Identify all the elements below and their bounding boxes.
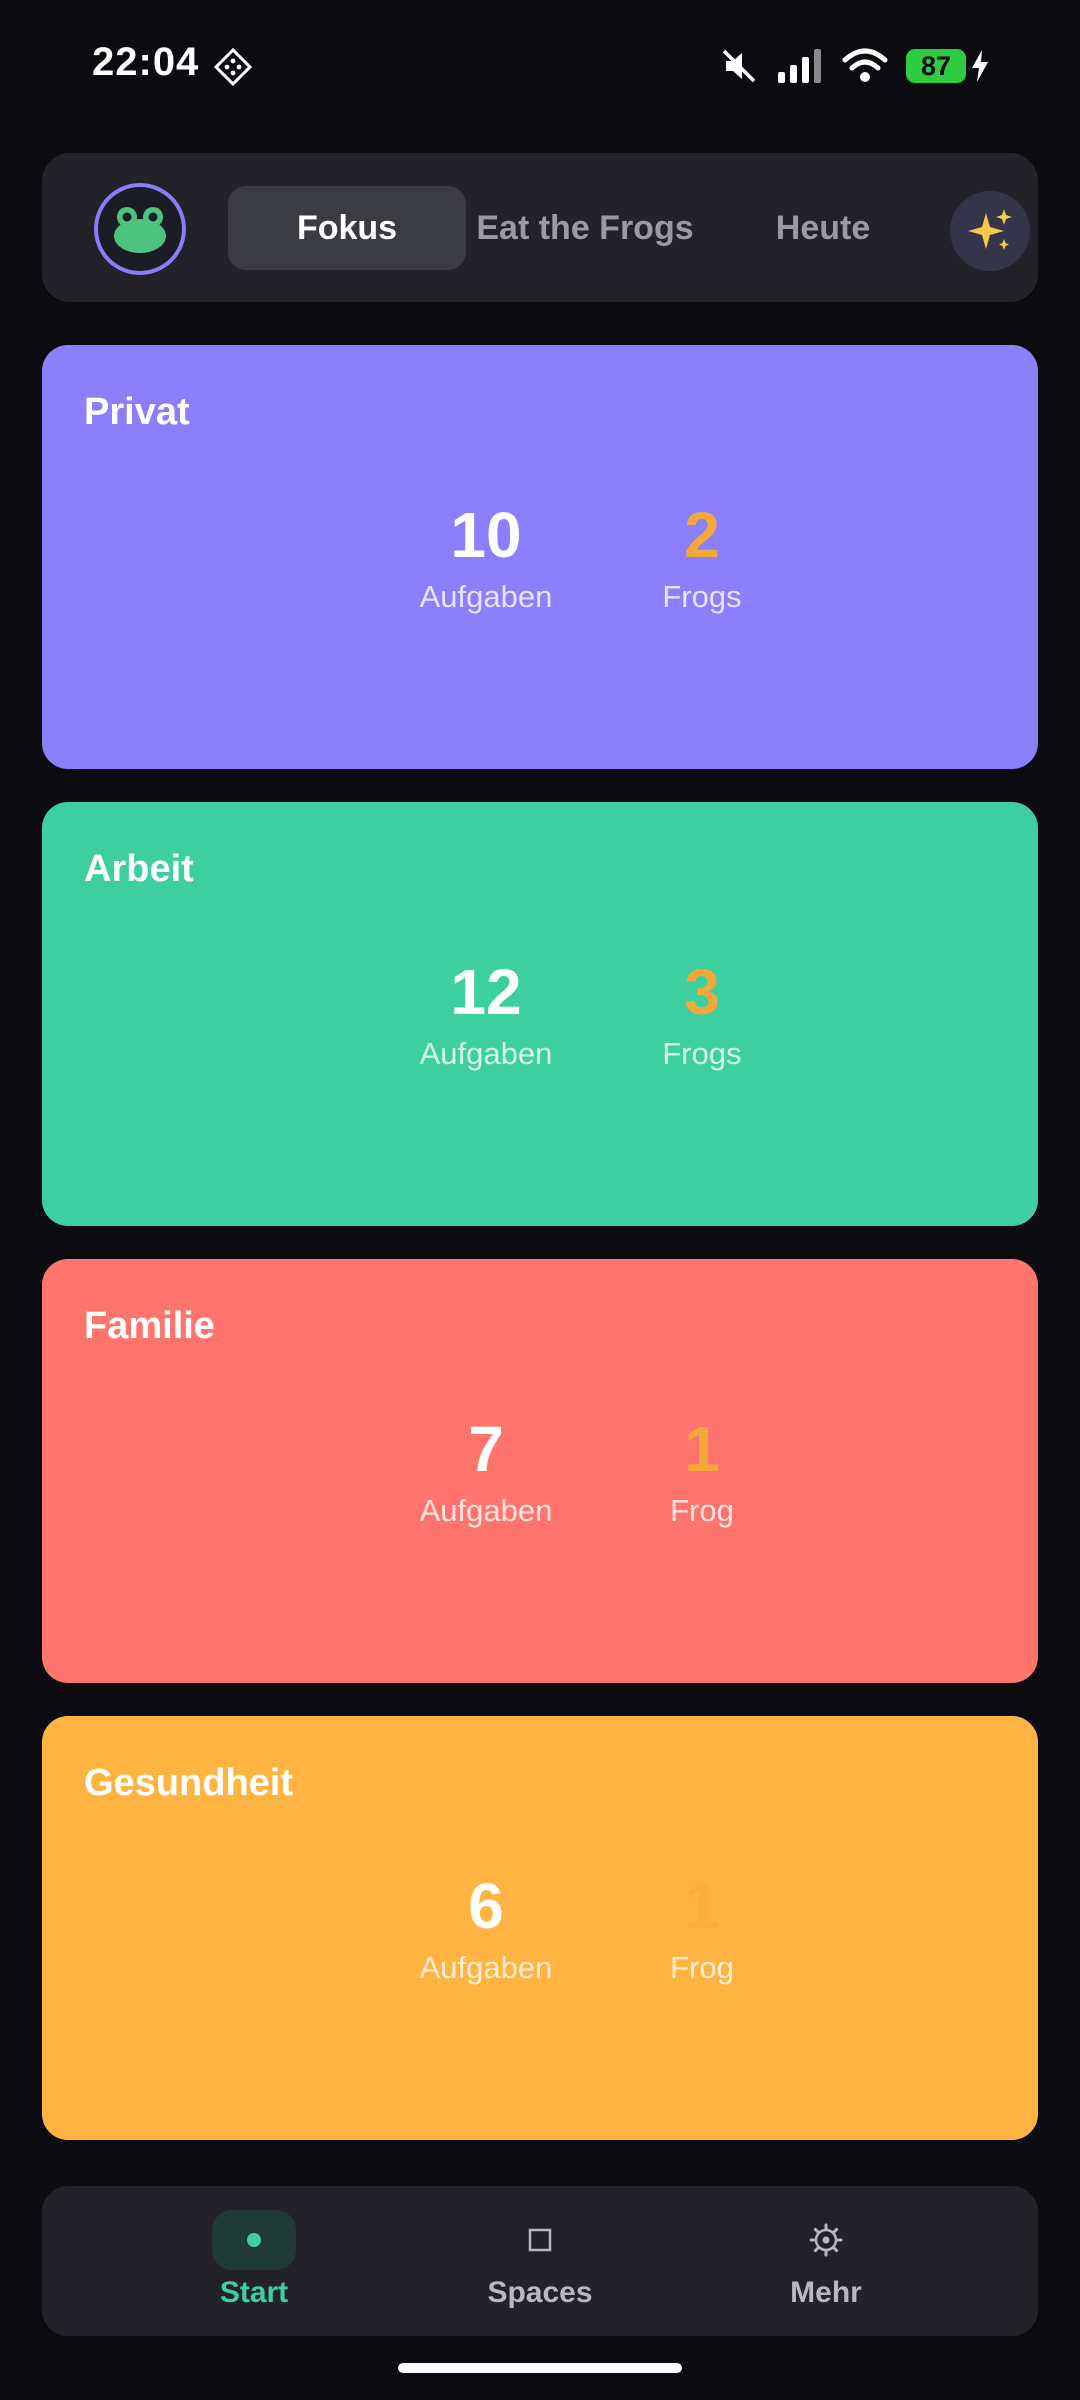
- app-notification-icon: [214, 48, 252, 86]
- tab-eat-the-frogs[interactable]: Eat the Frogs: [466, 186, 704, 270]
- card-title: Arbeit: [84, 848, 194, 890]
- wifi-icon: [842, 48, 888, 82]
- bottom-nav-bar: Start Spaces Mehr: [42, 2186, 1038, 2336]
- space-card-familie[interactable]: Familie 7 Aufgaben 1 Frog: [42, 1259, 1038, 1683]
- charging-icon: [972, 50, 988, 82]
- tasks-stat: 7 Aufgaben: [376, 1409, 596, 1533]
- frogs-label: Frog: [670, 1493, 734, 1528]
- tasks-label: Aufgaben: [419, 1493, 553, 1528]
- card-title: Familie: [84, 1305, 215, 1347]
- frogs-count: 1: [684, 1870, 720, 1942]
- tasks-stat: 10 Aufgaben: [376, 495, 596, 619]
- app-screen: 22:04 87 Fokus Eat the Frogs Heute Priva…: [0, 0, 1080, 2400]
- sparkles-icon: [968, 209, 1012, 250]
- tasks-label: Aufgaben: [419, 1950, 553, 1985]
- tab-fokus[interactable]: Fokus: [228, 186, 466, 270]
- card-title: Privat: [84, 391, 190, 433]
- nav-spaces-label: Spaces: [487, 2276, 593, 2309]
- frogs-stat: 1 Frog: [592, 1409, 812, 1533]
- tab-heute[interactable]: Heute: [704, 186, 942, 270]
- frogs-label: Frogs: [662, 1036, 742, 1071]
- home-indicator[interactable]: [398, 2363, 682, 2373]
- battery-level: 87: [906, 49, 966, 83]
- profile-avatar[interactable]: [94, 183, 186, 275]
- tasks-count: 10: [450, 499, 522, 571]
- nav-mehr[interactable]: Mehr: [716, 2210, 936, 2320]
- space-card-gesundheit[interactable]: Gesundheit 6 Aufgaben 1 Frog: [42, 1716, 1038, 2140]
- square-icon: [528, 2228, 552, 2252]
- nav-spaces-icon-wrap: [498, 2210, 582, 2270]
- frogs-count: 3: [684, 956, 720, 1028]
- nav-start-icon-pill: [212, 2210, 296, 2270]
- card-title: Gesundheit: [84, 1762, 294, 1804]
- signal-icon: [778, 49, 821, 83]
- space-card-arbeit[interactable]: Arbeit 12 Aufgaben 3 Frogs: [42, 802, 1038, 1226]
- battery-indicator: 87: [906, 49, 990, 83]
- nav-mehr-icon-wrap: [784, 2210, 868, 2270]
- nav-start[interactable]: Start: [144, 2210, 364, 2320]
- status-icons: 87: [720, 46, 990, 86]
- frogs-label: Frogs: [662, 579, 742, 614]
- top-tab-bar: Fokus Eat the Frogs Heute: [42, 153, 1038, 302]
- frogs-count: 2: [684, 499, 720, 571]
- status-time: 22:04: [92, 40, 200, 84]
- gear-icon: [809, 2223, 843, 2257]
- tasks-stat: 12 Aufgaben: [376, 952, 596, 1076]
- frogs-stat: 3 Frogs: [592, 952, 812, 1076]
- mute-icon: [722, 49, 756, 83]
- tasks-count: 6: [468, 1870, 504, 1942]
- nav-spaces[interactable]: Spaces: [430, 2210, 650, 2320]
- tasks-label: Aufgaben: [419, 1036, 553, 1071]
- sparkle-button[interactable]: [950, 191, 1030, 271]
- nav-mehr-label: Mehr: [790, 2276, 862, 2309]
- dot-icon: [247, 2233, 261, 2247]
- frog-icon: [114, 207, 166, 253]
- tasks-count: 7: [468, 1413, 504, 1485]
- tasks-label: Aufgaben: [419, 579, 553, 614]
- tasks-count: 12: [450, 956, 522, 1028]
- frogs-count: 1: [684, 1413, 720, 1485]
- frogs-label: Frog: [670, 1950, 734, 1985]
- frogs-stat: 1 Frog: [592, 1866, 812, 1990]
- status-bar: 22:04 87: [0, 0, 1080, 130]
- nav-start-label: Start: [219, 2276, 289, 2309]
- space-card-privat[interactable]: Privat 10 Aufgaben 2 Frogs: [42, 345, 1038, 769]
- tasks-stat: 6 Aufgaben: [376, 1866, 596, 1990]
- frogs-stat: 2 Frogs: [592, 495, 812, 619]
